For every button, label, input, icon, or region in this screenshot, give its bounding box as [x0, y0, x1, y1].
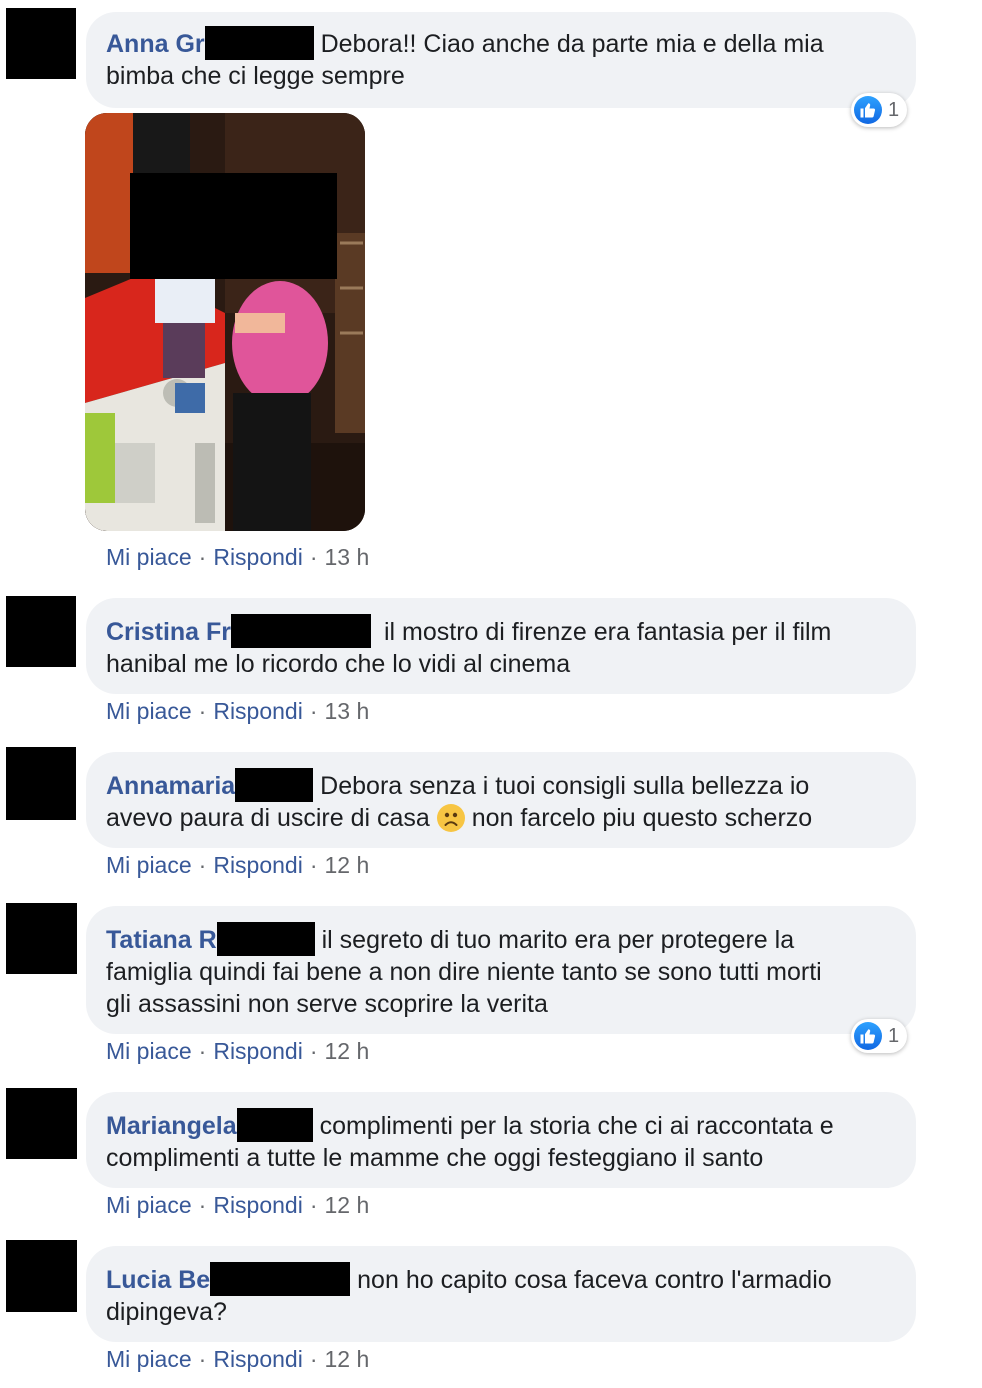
separator: · — [198, 1192, 207, 1218]
redacted-name-block — [236, 1108, 313, 1142]
reaction-number: 1 — [888, 98, 900, 121]
comment-text: famiglia quindi fai bene a non dire nien… — [106, 958, 822, 986]
separator: · — [309, 698, 318, 724]
comment-author[interactable]: Tatiana R — [106, 926, 217, 954]
comment-text: bimba che ci legge sempre — [106, 62, 405, 90]
comment-bubble: Annamaria Debora senza i tuoi consigli s… — [86, 752, 916, 848]
comment-bubble: Cristina Fr il mostro di firenze era fan… — [86, 598, 916, 694]
comment-text: avevo paura di uscire di casa — [106, 804, 430, 832]
separator: · — [198, 1346, 207, 1372]
comment-text: complimenti a tutte le mamme che oggi fe… — [106, 1144, 764, 1172]
comment-actions: Mi piace · Rispondi · 13 h — [106, 698, 369, 725]
timestamp[interactable]: 13 h — [325, 698, 370, 724]
comment-author[interactable]: Lucia Be — [106, 1266, 210, 1294]
comment-text: non ho capito cosa faceva contro l'armad… — [357, 1266, 832, 1294]
reply-link[interactable]: Rispondi — [213, 1346, 303, 1372]
avatar[interactable] — [6, 903, 77, 974]
comment-text: il segreto di tuo marito era per protege… — [321, 926, 795, 954]
comment-actions: Mi piace · Rispondi · 12 h — [106, 852, 369, 879]
reaction-count[interactable]: 1 — [851, 93, 908, 127]
avatar[interactable] — [6, 8, 76, 79]
like-link[interactable]: Mi piace — [106, 698, 192, 724]
separator: · — [309, 852, 318, 878]
timestamp[interactable]: 12 h — [325, 1192, 370, 1218]
comment-text: non farcelo piu questo scherzo — [471, 804, 813, 832]
comment-text: Debora!! Ciao anche da parte mia e della… — [320, 30, 824, 58]
separator: · — [198, 698, 207, 724]
avatar[interactable] — [6, 1088, 77, 1159]
separator: · — [309, 544, 318, 570]
comment-author[interactable]: Cristina Fr — [106, 618, 231, 646]
comment-text: complimenti per la storia che ci ai racc… — [319, 1112, 834, 1140]
comment-text: hanibal me lo ricordo che lo vidi al cin… — [106, 650, 571, 678]
like-link[interactable]: Mi piace — [106, 1192, 192, 1218]
redacted-name-block — [210, 1262, 351, 1296]
avatar[interactable] — [6, 747, 76, 820]
reply-link[interactable]: Rispondi — [213, 852, 303, 878]
comment-text: gli assassini non serve scoprire la veri… — [106, 990, 548, 1018]
separator: · — [309, 1192, 318, 1218]
frowning-face-icon — [436, 804, 465, 832]
redacted-name-block — [231, 614, 372, 648]
like-link[interactable]: Mi piace — [106, 544, 192, 570]
like-thumbs-up-icon — [854, 1022, 882, 1050]
comment-author[interactable]: Annamaria — [106, 772, 235, 800]
separator: · — [309, 1038, 318, 1064]
comment-actions: Mi piace · Rispondi · 12 h — [106, 1038, 369, 1065]
separator: · — [198, 852, 207, 878]
comment-bubble: Mariangela complimenti per la storia che… — [86, 1092, 916, 1188]
attached-photo[interactable] — [85, 113, 365, 531]
comment-actions: Mi piace · Rispondi · 12 h — [106, 1192, 369, 1219]
reply-link[interactable]: Rispondi — [213, 544, 303, 570]
reply-link[interactable]: Rispondi — [213, 1192, 303, 1218]
reply-link[interactable]: Rispondi — [213, 1038, 303, 1064]
comment-author[interactable]: Anna Gr — [106, 30, 205, 58]
redacted-name-block — [235, 768, 314, 802]
comment-text: Debora senza i tuoi consigli sulla belle… — [320, 772, 810, 800]
avatar[interactable] — [6, 596, 76, 667]
comment-author[interactable]: Mariangela — [106, 1112, 237, 1140]
comment-bubble: Anna Gr Debora!! Ciao anche da parte mia… — [86, 12, 916, 108]
reaction-number: 1 — [888, 1024, 900, 1047]
separator: · — [198, 544, 207, 570]
like-link[interactable]: Mi piace — [106, 852, 192, 878]
redacted-name-block — [216, 922, 315, 956]
comment-actions: Mi piace · Rispondi · 13 h — [106, 544, 369, 571]
comment-bubble: Tatiana R il segreto di tuo marito era p… — [86, 906, 916, 1034]
reaction-count[interactable]: 1 — [851, 1019, 908, 1053]
comment-text: dipingeva? — [106, 1298, 227, 1326]
comment-text: il mostro di firenze era fantasia per il… — [383, 618, 832, 646]
separator: · — [309, 1346, 318, 1372]
timestamp[interactable]: 13 h — [325, 544, 370, 570]
timestamp[interactable]: 12 h — [325, 1346, 370, 1372]
reply-link[interactable]: Rispondi — [213, 698, 303, 724]
comment-actions: Mi piace · Rispondi · 12 h — [106, 1346, 369, 1373]
comment-bubble: Lucia Be non ho capito cosa faceva contr… — [86, 1246, 916, 1342]
like-link[interactable]: Mi piace — [106, 1346, 192, 1372]
redacted-name-block — [204, 26, 314, 60]
timestamp[interactable]: 12 h — [325, 1038, 370, 1064]
separator: · — [198, 1038, 207, 1064]
like-thumbs-up-icon — [854, 96, 882, 124]
timestamp[interactable]: 12 h — [325, 852, 370, 878]
avatar[interactable] — [6, 1240, 77, 1312]
like-link[interactable]: Mi piace — [106, 1038, 192, 1064]
